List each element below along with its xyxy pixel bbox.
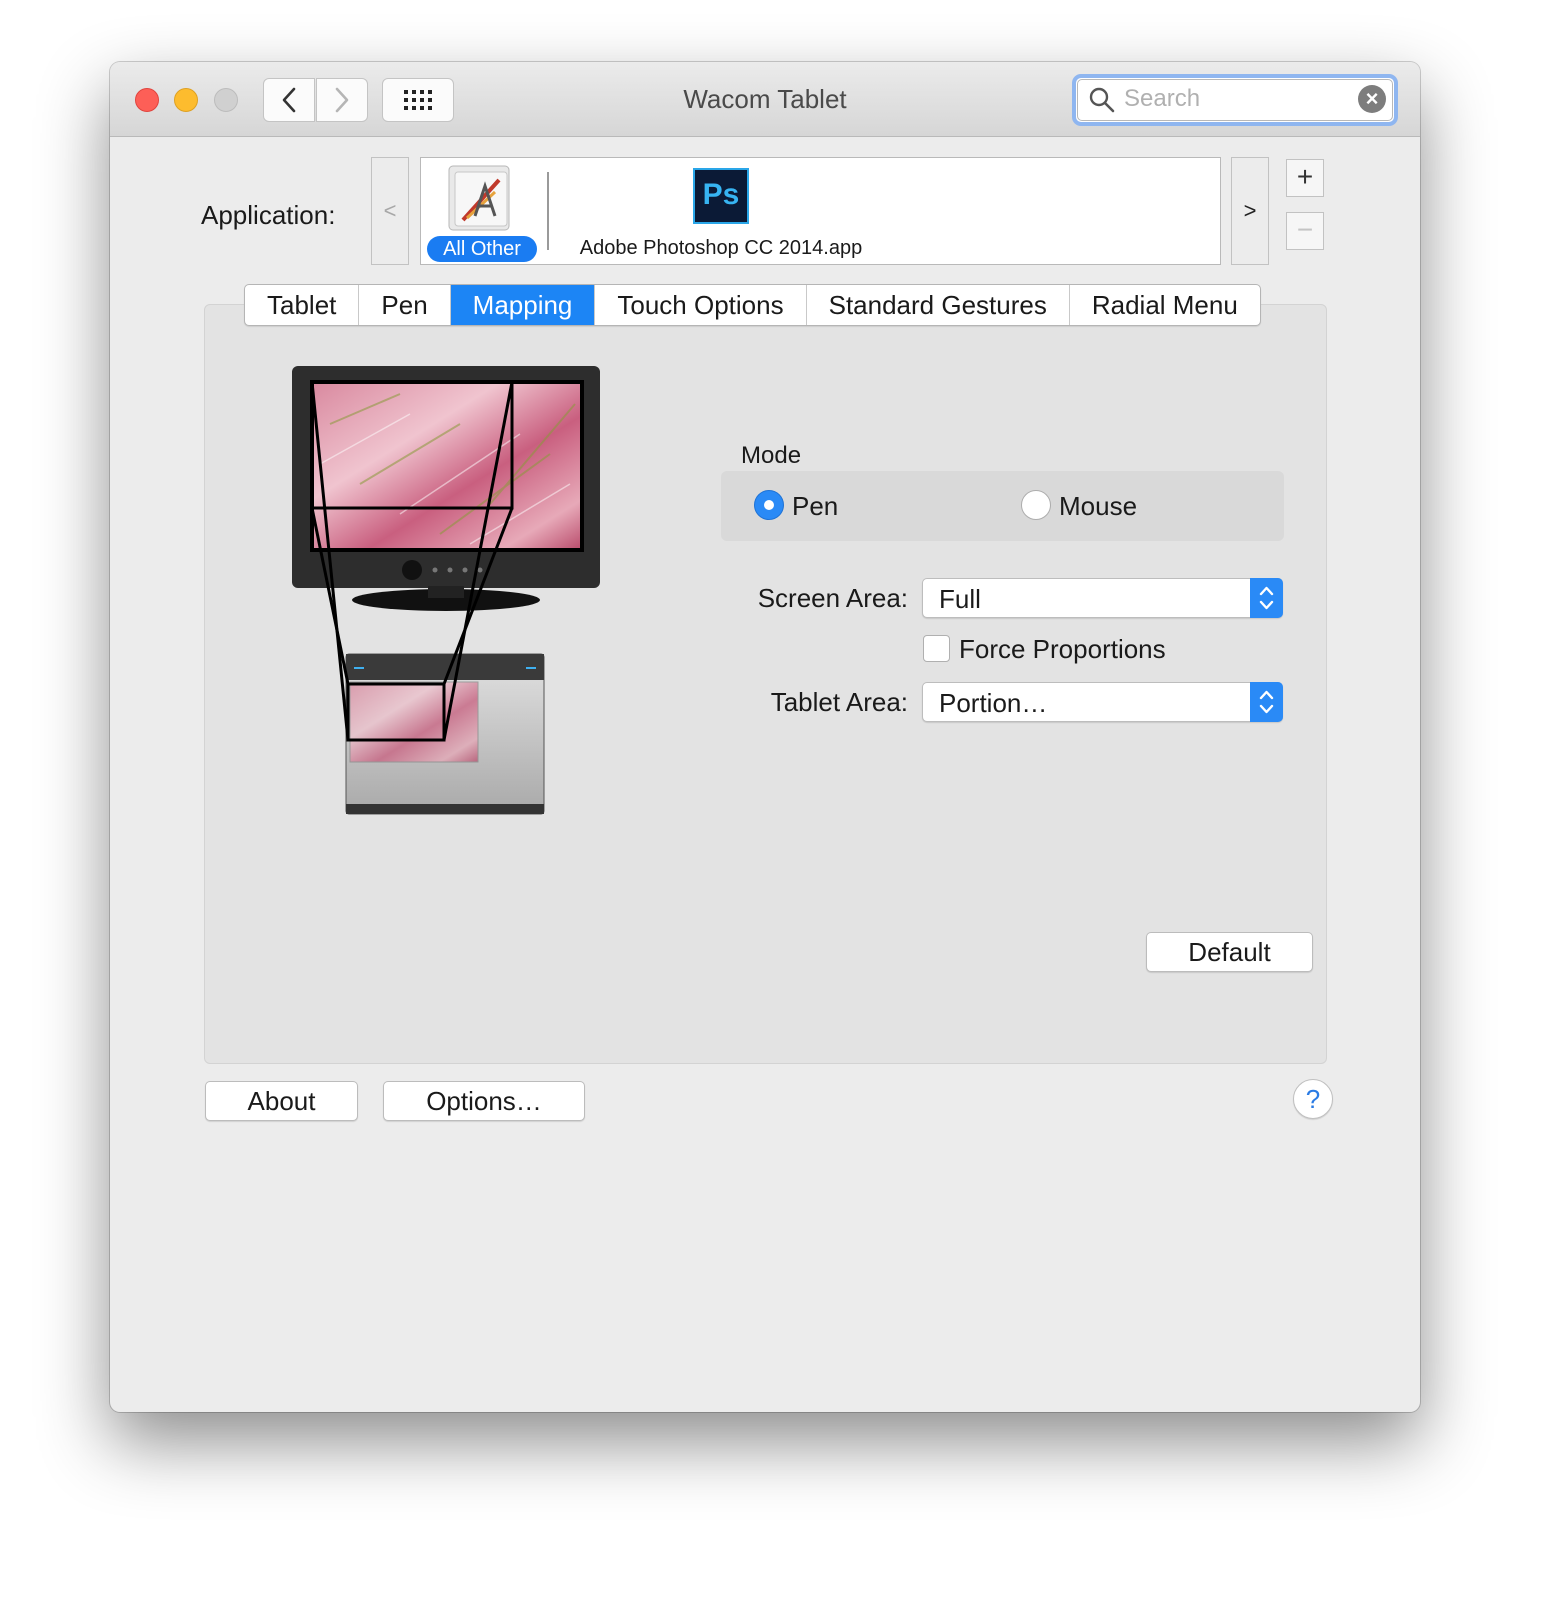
tab-bar: Tablet Pen Mapping Touch Options Standar… (244, 284, 1261, 326)
app-scroll-left-button[interactable]: < (371, 157, 409, 265)
mode-pen-label[interactable]: Pen (792, 491, 838, 522)
mode-label: Mode (741, 442, 802, 469)
remove-application-button[interactable]: − (1286, 212, 1324, 250)
tab-tablet[interactable]: Tablet (245, 285, 360, 325)
application-list: All Other Ps Adobe Photoshop CC 2014.app (420, 157, 1221, 265)
preferences-window: Wacom Tablet Search × Application: < All… (110, 62, 1420, 1412)
tablet-area-select[interactable]: Portion… (922, 682, 1283, 722)
clear-search-icon[interactable]: × (1358, 85, 1386, 113)
app-item-label: All Other (427, 236, 537, 262)
mode-mouse-radio[interactable] (1021, 490, 1051, 520)
search-field[interactable]: Search × (1072, 74, 1398, 126)
monitor-icon (292, 366, 600, 611)
all-other-apps-icon (448, 165, 510, 231)
application-label: Application: (201, 200, 336, 230)
mode-mouse-label[interactable]: Mouse (1059, 491, 1137, 522)
force-proportions-checkbox[interactable] (923, 635, 950, 662)
tab-radial-menu[interactable]: Radial Menu (1070, 285, 1260, 325)
add-application-button[interactable]: + (1286, 159, 1324, 197)
search-icon (1089, 87, 1115, 113)
screen-area-select[interactable]: Full (922, 578, 1283, 618)
default-button[interactable]: Default (1146, 932, 1313, 972)
screen-area-label: Screen Area: (757, 583, 908, 613)
tablet-area-value: Portion… (939, 688, 1048, 718)
mapping-illustration (292, 366, 600, 815)
app-scroll-right-button[interactable]: > (1231, 157, 1269, 265)
tab-standard-gestures[interactable]: Standard Gestures (807, 285, 1070, 325)
help-button[interactable]: ? (1293, 1079, 1333, 1119)
photoshop-icon[interactable]: Ps (693, 168, 749, 224)
force-proportions-label[interactable]: Force Proportions (959, 634, 1166, 665)
tablet-area-label: Tablet Area: (770, 687, 908, 717)
tab-touch-options[interactable]: Touch Options (595, 285, 807, 325)
app-item-all-other[interactable]: All Other (425, 162, 537, 262)
title-bar: Wacom Tablet Search × (110, 62, 1420, 137)
app-item-label[interactable]: Adobe Photoshop CC 2014.app (571, 237, 871, 260)
screen-area-value: Full (939, 584, 981, 614)
tab-mapping[interactable]: Mapping (450, 285, 596, 325)
about-button[interactable]: About (205, 1081, 358, 1121)
mode-pen-radio[interactable] (754, 490, 784, 520)
divider (547, 172, 549, 250)
search-placeholder: Search (1124, 85, 1201, 112)
tab-pen[interactable]: Pen (359, 285, 451, 325)
updown-chevron-icon (1250, 578, 1283, 618)
options-button[interactable]: Options… (383, 1081, 585, 1121)
updown-chevron-icon (1250, 682, 1283, 722)
